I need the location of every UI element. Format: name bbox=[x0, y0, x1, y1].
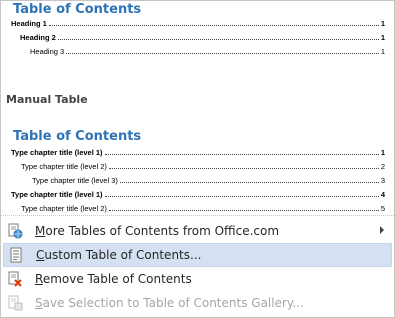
toc-preview-title: Table of Contents bbox=[13, 2, 142, 17]
toc-entry-text: Type chapter title (level 1) bbox=[11, 148, 103, 157]
dot-leader bbox=[108, 209, 379, 211]
toc-entry-page: 2 bbox=[380, 162, 385, 171]
toc-entry-text: Heading 1 bbox=[11, 19, 47, 28]
save-selection-icon bbox=[7, 295, 23, 311]
toc-entry-page: 1 bbox=[380, 47, 385, 56]
toc-entry-heading-1: Heading 1 1 bbox=[11, 19, 385, 28]
menu-item-label: More Tables of Contents from Office.com bbox=[35, 224, 280, 238]
document-settings-icon bbox=[8, 247, 24, 263]
toc-menu: More Tables of Contents from Office.com … bbox=[1, 219, 394, 315]
custom-toc-button[interactable]: Custom Table of Contents... bbox=[3, 243, 392, 267]
toc-gallery-item-manual[interactable]: Table of Contents Type chapter title (le… bbox=[3, 127, 389, 215]
dot-leader bbox=[48, 24, 379, 26]
toc-entry-page: 1 bbox=[380, 19, 385, 28]
toc-entry-page: 1 bbox=[380, 33, 385, 42]
toc-gallery: Table of Contents Heading 1 1 Heading 2 … bbox=[1, 1, 394, 217]
toc-entry-level-2: Type chapter title (level 2) 2 bbox=[21, 162, 385, 171]
toc-entry-text: Heading 3 bbox=[30, 47, 65, 56]
menu-item-label: Custom Table of Contents... bbox=[36, 248, 202, 262]
dot-leader bbox=[104, 195, 379, 197]
gallery-section-heading: Manual Table bbox=[6, 93, 88, 106]
dot-leader bbox=[57, 38, 379, 40]
toc-dropdown-panel: Table of Contents Heading 1 1 Heading 2 … bbox=[0, 0, 395, 318]
remove-toc-button[interactable]: Remove Table of Contents bbox=[3, 267, 392, 291]
more-tocs-from-office-button[interactable]: More Tables of Contents from Office.com bbox=[3, 219, 392, 243]
save-selection-to-gallery-button[interactable]: Save Selection to Table of Contents Gall… bbox=[3, 291, 392, 315]
menu-item-label: Remove Table of Contents bbox=[35, 272, 192, 286]
globe-icon bbox=[7, 223, 23, 239]
toc-entry-text: Type chapter title (level 2) bbox=[21, 204, 107, 213]
remove-document-icon bbox=[7, 271, 23, 287]
toc-entry-text: Type chapter title (level 1) bbox=[11, 190, 103, 199]
toc-preview-title: Table of Contents bbox=[13, 129, 142, 144]
toc-entry-text: Type chapter title (level 2) bbox=[21, 162, 107, 171]
toc-entry-heading-2: Heading 2 1 bbox=[20, 33, 385, 42]
toc-entry-page: 3 bbox=[380, 176, 385, 185]
dot-leader bbox=[108, 167, 379, 169]
dot-leader bbox=[104, 153, 379, 155]
toc-entry-level-1: Type chapter title (level 1) 1 bbox=[11, 148, 385, 157]
toc-entry-level-2: Type chapter title (level 2) 5 bbox=[21, 204, 385, 213]
menu-item-label: Save Selection to Table of Contents Gall… bbox=[35, 296, 304, 310]
chevron-right-icon bbox=[380, 226, 384, 234]
toc-entry-level-1: Type chapter title (level 1) 4 bbox=[11, 190, 385, 199]
toc-entry-text: Heading 2 bbox=[20, 33, 56, 42]
toc-entry-page: 5 bbox=[380, 204, 385, 213]
toc-entry-heading-3: Heading 3 1 bbox=[30, 47, 385, 56]
toc-entry-text: Type chapter title (level 3) bbox=[32, 176, 118, 185]
toc-gallery-item-automatic[interactable]: Table of Contents Heading 1 1 Heading 2 … bbox=[3, 1, 389, 63]
dot-leader bbox=[66, 52, 379, 54]
toc-entry-page: 1 bbox=[380, 148, 385, 157]
gallery-divider bbox=[1, 215, 394, 216]
dot-leader bbox=[119, 181, 379, 183]
toc-entry-page: 4 bbox=[380, 190, 385, 199]
toc-entry-level-3: Type chapter title (level 3) 3 bbox=[32, 176, 385, 185]
